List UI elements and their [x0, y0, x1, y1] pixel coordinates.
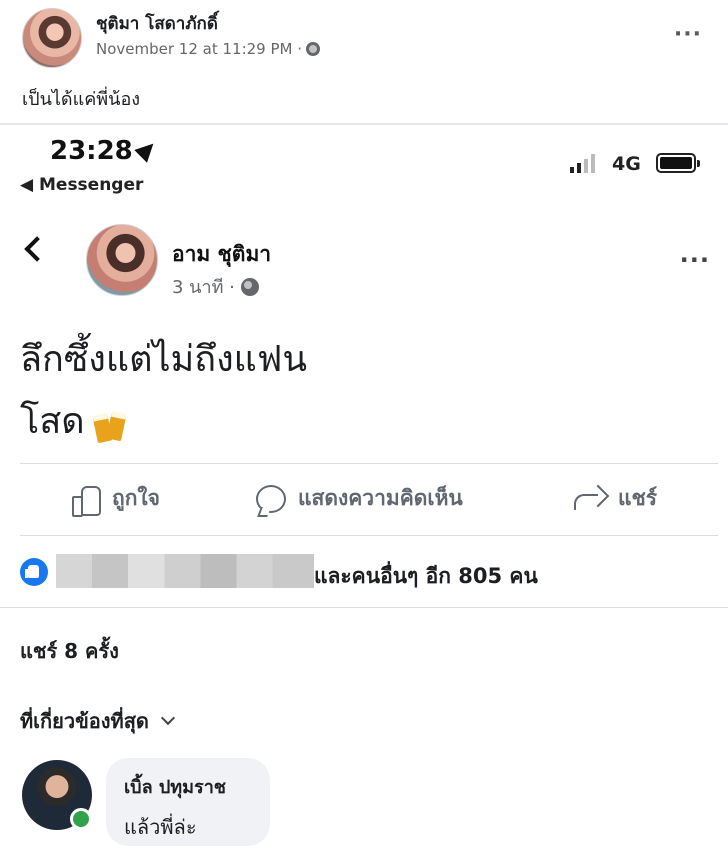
comment-action: แสดงความคิดเห็น — [256, 482, 463, 515]
post-text-line-2: โสด — [20, 401, 85, 442]
online-status-dot — [70, 808, 92, 830]
comment-label: แสดงความคิดเห็น — [298, 486, 463, 510]
inner-timestamp: 3 นาที · — [172, 277, 235, 298]
inner-post-meta: 3 นาที · — [172, 272, 259, 301]
status-time: 23:28 — [50, 136, 133, 166]
comments-filter-label: ที่เกี่ยวข้องที่สุด — [20, 709, 149, 733]
back-to-messenger: ◀ Messenger — [20, 175, 144, 195]
divider — [0, 123, 728, 125]
more-options-button[interactable]: ··· — [674, 22, 702, 47]
like-action: ถูกใจ — [72, 482, 160, 517]
inner-author-avatar — [86, 224, 158, 296]
blurred-names — [56, 554, 314, 588]
post-timestamp[interactable]: November 12 at 11:29 PM · — [96, 40, 302, 58]
author-avatar[interactable] — [22, 8, 82, 68]
reaction-summary: และคนอื่นๆ อีก 805 คน — [314, 564, 538, 588]
like-reaction-icon — [20, 558, 48, 586]
battery-icon — [656, 153, 700, 173]
thumbs-up-icon — [72, 484, 101, 517]
inner-more-icon: ··· — [679, 246, 710, 274]
back-chevron-icon — [24, 236, 50, 262]
share-count: แชร์ 8 ครั้ง — [20, 639, 119, 663]
post-text-line: ลึกซึ้งแต่ไม่ถึงแฟน — [20, 339, 307, 380]
globe-icon — [240, 277, 259, 296]
inner-author-name: อาม ชุติมา — [172, 242, 272, 266]
beer-mugs-icon — [93, 408, 127, 438]
comment-bubble: เบิ้ล ปทุมราช แล้วพี่ล่ะ — [106, 758, 270, 846]
divider — [20, 535, 718, 536]
comment-bubble-icon — [256, 484, 286, 513]
divider — [20, 463, 718, 464]
share-arrow-icon — [574, 486, 606, 512]
globe-icon — [306, 42, 321, 56]
chevron-down-icon — [160, 710, 175, 726]
share-label: แชร์ — [618, 486, 658, 510]
post-text-line: โสด — [20, 392, 127, 449]
comment-author: เบิ้ล ปทุมราช — [124, 777, 227, 798]
like-label: ถูกใจ — [112, 486, 160, 510]
network-label: 4G — [612, 153, 641, 175]
signal-icon — [570, 153, 595, 173]
post-meta: November 12 at 11:29 PM · — [96, 40, 321, 58]
post-caption: เป็นได้แค่พี่น้อง — [22, 89, 141, 110]
comment-text: แล้วพี่ล่ะ — [124, 815, 197, 839]
divider — [0, 607, 728, 608]
post-author-name[interactable]: ชุติมา โสดาภักดิ์ — [96, 10, 218, 37]
location-arrow-icon — [134, 137, 160, 163]
share-action: แชร์ — [574, 482, 657, 515]
comments-filter: ที่เกี่ยวข้องที่สุด — [20, 705, 175, 737]
